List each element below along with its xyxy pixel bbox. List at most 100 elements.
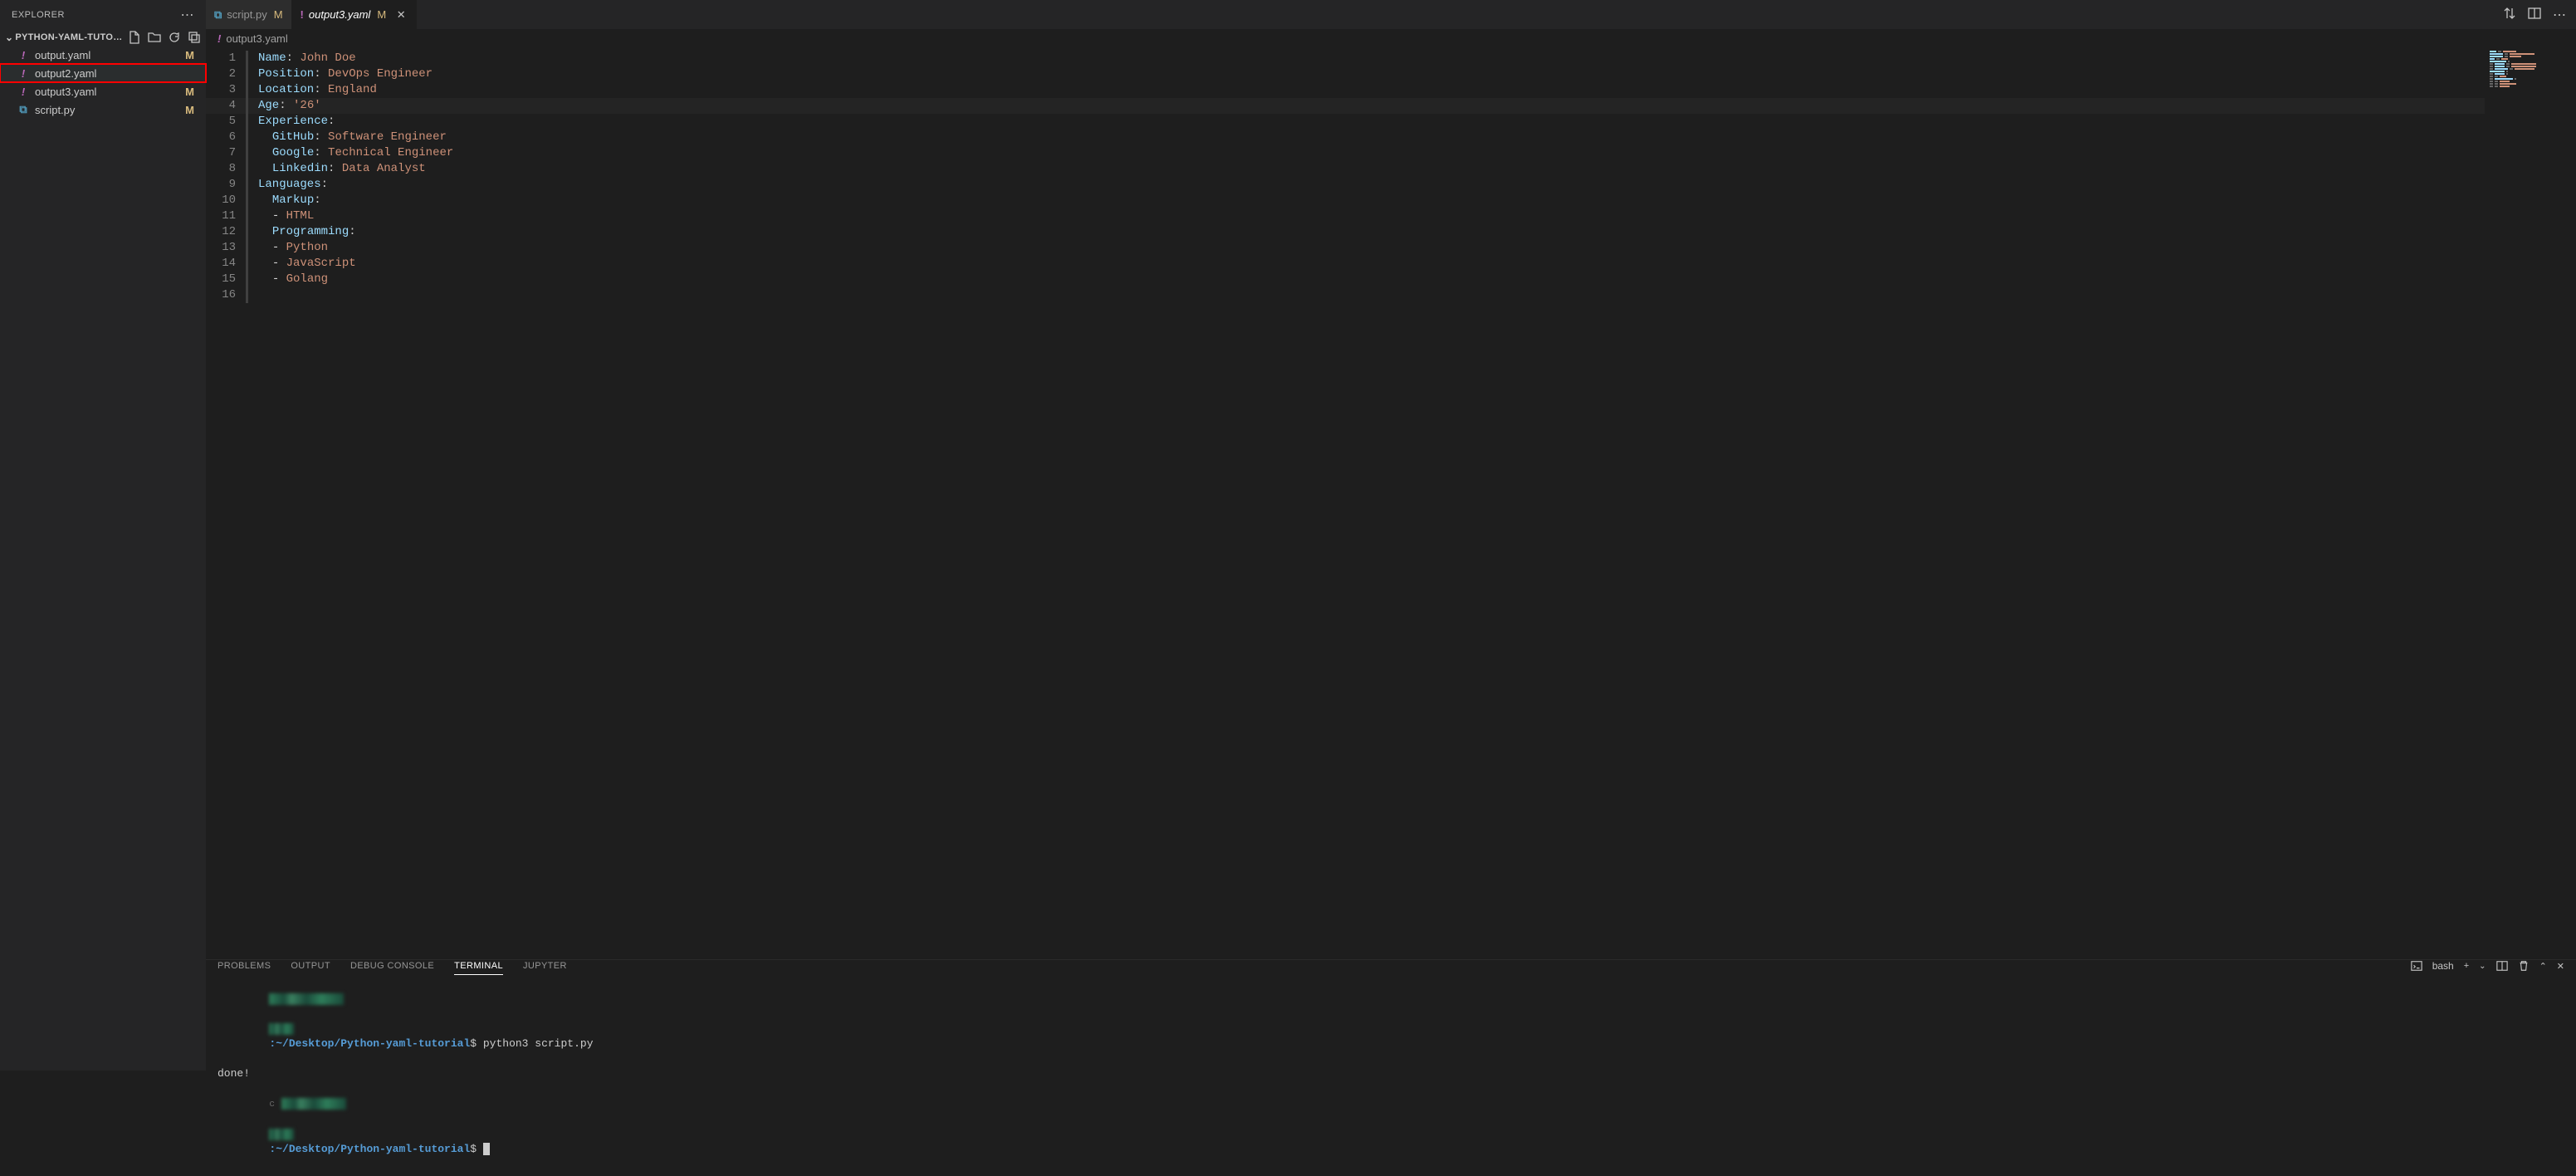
line-number: 2	[206, 66, 246, 82]
code-line[interactable]: 15 - Golang	[206, 272, 2485, 287]
add-terminal-icon[interactable]: +	[2464, 961, 2469, 971]
blurred-host	[269, 1023, 294, 1035]
fold-indicator	[246, 114, 248, 130]
code-line[interactable]: 12 Programming:	[206, 224, 2485, 240]
fold-indicator	[246, 177, 248, 193]
line-number: 6	[206, 130, 246, 145]
fold-indicator	[246, 224, 248, 240]
yaml-icon: !	[218, 32, 221, 45]
compare-icon[interactable]	[2503, 7, 2516, 20]
terminal-line: c :~/Desktop/Python-yaml-tutorial$	[218, 1081, 2564, 1172]
fold-indicator	[246, 193, 248, 208]
code-content: Linkedin: Data Analyst	[258, 161, 426, 177]
editor-actions: ⋯	[2503, 7, 2576, 23]
line-number: 12	[206, 224, 246, 240]
dropdown-icon[interactable]: ⌄	[2479, 962, 2486, 971]
code-content: GitHub: Software Engineer	[258, 130, 447, 145]
code-content: Age: '26'	[258, 98, 321, 114]
breadcrumb[interactable]: ! output3.yaml	[206, 29, 2576, 47]
code-line[interactable]: 7 Google: Technical Engineer	[206, 145, 2485, 161]
blurred-user	[269, 993, 344, 1005]
editor-tab[interactable]: ⧉script.pyM	[206, 0, 292, 29]
fold-indicator	[246, 161, 248, 177]
code-line[interactable]: 1 Name: John Doe	[206, 51, 2485, 66]
fold-indicator	[246, 287, 248, 303]
yaml-icon: !	[17, 49, 30, 61]
terminal-marker: c	[269, 1100, 275, 1110]
python-icon: ⧉	[214, 8, 222, 22]
code-content: Experience:	[258, 114, 335, 130]
line-number: 10	[206, 193, 246, 208]
code-line[interactable]: 10 Markup:	[206, 193, 2485, 208]
code-content: Programming:	[258, 224, 356, 240]
line-number: 13	[206, 240, 246, 256]
panel-tab-problems[interactable]: PROBLEMS	[218, 961, 271, 971]
panel-tab-debug-console[interactable]: DEBUG CONSOLE	[350, 961, 434, 971]
refresh-icon[interactable]	[168, 31, 181, 44]
minimap[interactable]	[2485, 47, 2576, 959]
terminal-content[interactable]: :~/Desktop/Python-yaml-tutorial$ python3…	[206, 972, 2576, 1176]
line-number: 7	[206, 145, 246, 161]
split-terminal-icon[interactable]	[2496, 960, 2508, 972]
fold-indicator	[246, 145, 248, 161]
fold-indicator	[246, 82, 248, 98]
line-number: 4	[206, 98, 246, 114]
git-status: M	[185, 49, 194, 61]
yaml-icon: !	[301, 8, 304, 21]
file-item[interactable]: !output2.yaml	[0, 64, 206, 82]
terminal-launch-icon[interactable]	[2411, 960, 2422, 972]
tab-label: script.py	[227, 8, 266, 21]
code-line[interactable]: 2Position: DevOps Engineer	[206, 66, 2485, 82]
panel-tabs: PROBLEMSOUTPUTDEBUG CONSOLETERMINALJUPYT…	[206, 960, 2576, 972]
code-content: Location: England	[258, 82, 377, 98]
close-tab-icon[interactable]: ✕	[394, 8, 408, 22]
line-number: 3	[206, 82, 246, 98]
split-editor-icon[interactable]	[2528, 7, 2541, 20]
code-line[interactable]: 14 - JavaScript	[206, 256, 2485, 272]
code-content: - JavaScript	[258, 256, 356, 272]
explorer-more-icon[interactable]: ⋯	[181, 7, 195, 23]
file-name: script.py	[35, 104, 185, 116]
editor-tab[interactable]: !output3.yamlM✕	[292, 0, 418, 29]
git-status: M	[185, 104, 194, 116]
code-line[interactable]: 6 GitHub: Software Engineer	[206, 130, 2485, 145]
code-line[interactable]: 5Experience:	[206, 114, 2485, 130]
code-line[interactable]: 13 - Python	[206, 240, 2485, 256]
terminal-cursor	[483, 1143, 490, 1155]
code-content: Google: Technical Engineer	[258, 145, 453, 161]
panel-tab-output[interactable]: OUTPUT	[291, 961, 330, 971]
file-name: output2.yaml	[35, 67, 194, 80]
new-folder-icon[interactable]	[148, 31, 161, 44]
terminal-output: done!	[218, 1066, 2564, 1081]
shell-name[interactable]: bash	[2432, 960, 2454, 972]
code-line[interactable]: 16	[206, 287, 2485, 303]
editor-more-icon[interactable]: ⋯	[2553, 7, 2566, 23]
panel-actions: bash + ⌄ ⌃ ✕	[2411, 960, 2564, 972]
new-file-icon[interactable]	[128, 31, 141, 44]
line-number: 1	[206, 51, 246, 66]
code-content: Name: John Doe	[258, 51, 356, 66]
file-item[interactable]: ⧉ script.pyM	[0, 100, 206, 119]
terminal-path: :~/Desktop/Python-yaml-tutorial	[269, 1143, 470, 1155]
editor-wrap: 1 Name: John Doe2Position: DevOps Enginee…	[206, 47, 2576, 959]
yaml-icon: !	[17, 86, 30, 98]
code-line[interactable]: 9Languages:	[206, 177, 2485, 193]
file-item[interactable]: ! output.yamlM	[0, 46, 206, 64]
close-panel-icon[interactable]: ✕	[2557, 961, 2564, 972]
blurred-host	[269, 1129, 294, 1140]
tab-bar: ⧉script.pyM!output3.yamlM✕ ⋯	[206, 0, 2576, 29]
maximize-panel-icon[interactable]: ⌃	[2539, 961, 2547, 972]
panel-tab-jupyter[interactable]: JUPYTER	[523, 961, 567, 971]
code-line[interactable]: 8 Linkedin: Data Analyst	[206, 161, 2485, 177]
code-line[interactable]: 4 Age: '26'	[206, 98, 2485, 114]
code-editor[interactable]: 1 Name: John Doe2Position: DevOps Enginee…	[206, 47, 2485, 959]
python-icon: ⧉	[17, 103, 30, 116]
project-header[interactable]: ⌄ PYTHON-YAML-TUTO…	[0, 29, 206, 46]
trash-icon[interactable]	[2518, 960, 2530, 972]
file-item[interactable]: !output3.yamlM	[0, 82, 206, 100]
file-name: output.yaml	[35, 49, 185, 61]
code-line[interactable]: 3 Location: England	[206, 82, 2485, 98]
main-area: ⧉script.pyM!output3.yamlM✕ ⋯ ! output3.y…	[206, 0, 2576, 1071]
collapse-icon[interactable]	[188, 31, 201, 44]
code-line[interactable]: 11 - HTML	[206, 208, 2485, 224]
